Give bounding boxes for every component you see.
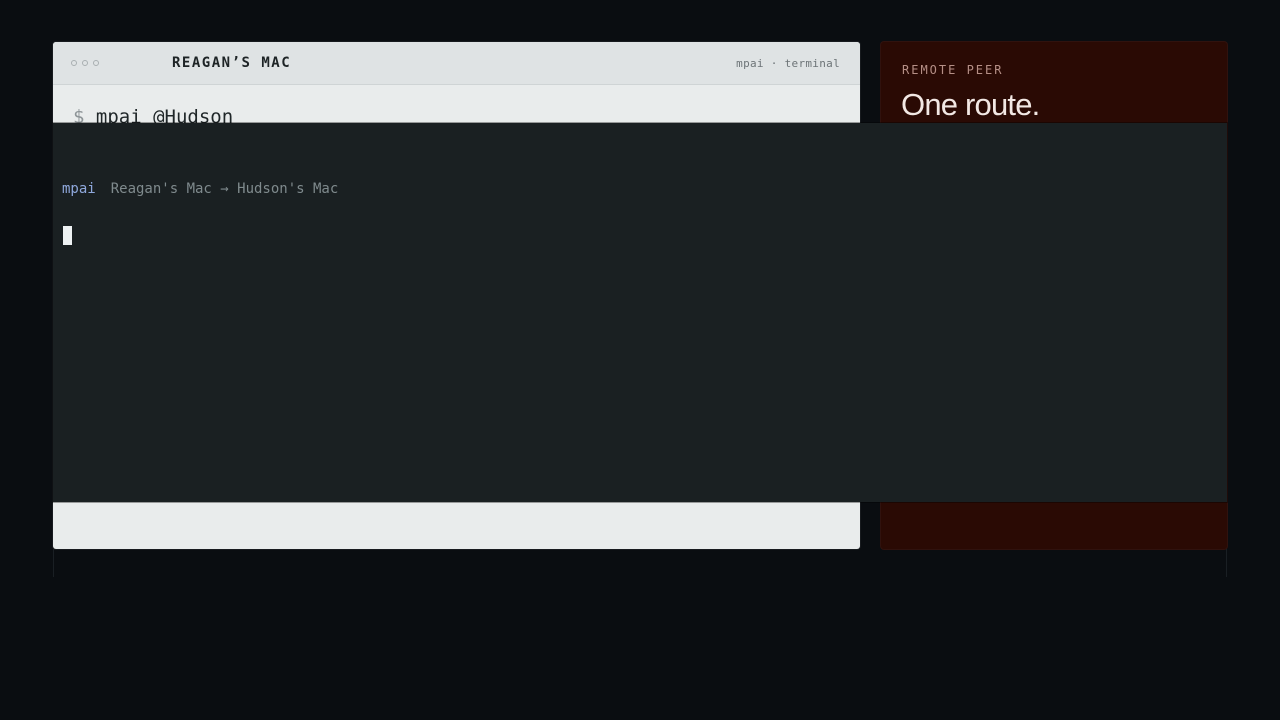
- minimize-window-button[interactable]: [82, 60, 88, 66]
- divider: [1226, 549, 1227, 577]
- zoom-window-button[interactable]: [93, 60, 99, 66]
- remote-peer-eyebrow: REMOTE PEER: [902, 63, 1004, 77]
- remote-peer-heading: One route.: [901, 87, 1040, 122]
- text-cursor: [63, 226, 72, 245]
- app-name: mpai: [62, 181, 96, 197]
- overlay-terminal[interactable]: mpai Reagan's Mac → Hudson's Mac: [53, 123, 1227, 502]
- window-controls: [71, 60, 99, 66]
- divider: [53, 549, 54, 577]
- route-text: Reagan's Mac → Hudson's Mac: [110, 181, 339, 197]
- close-window-button[interactable]: [71, 60, 77, 66]
- session-header-line: mpai Reagan's Mac → Hudson's Mac: [62, 181, 338, 197]
- terminal-title: REAGAN’S MAC: [172, 55, 292, 71]
- terminal-titlebar: REAGAN’S MAC mpai · terminal: [53, 42, 860, 85]
- terminal-meta: mpai · terminal: [736, 57, 840, 70]
